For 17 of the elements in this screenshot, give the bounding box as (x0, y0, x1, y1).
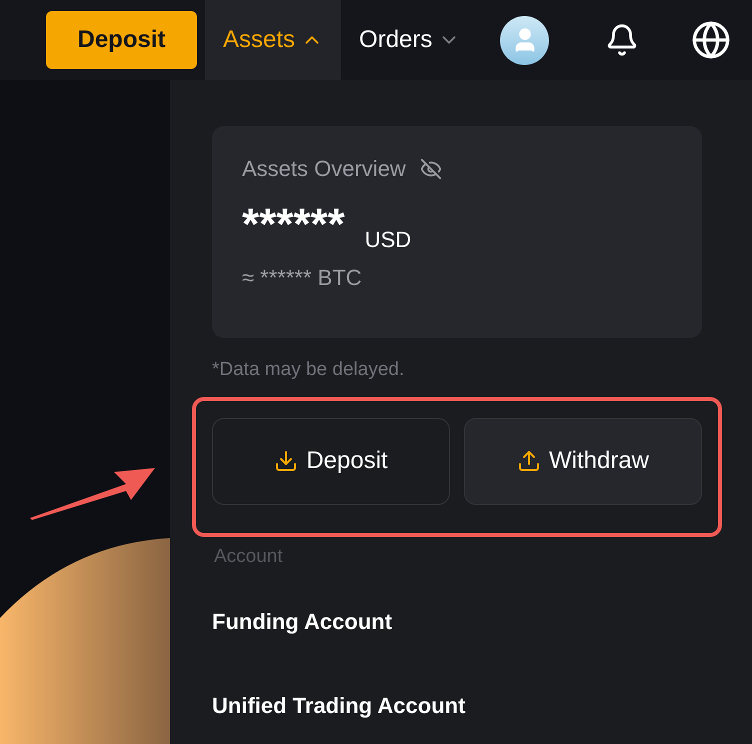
action-button[interactable]: Withdraw (464, 418, 702, 504)
action-button[interactable]: Deposit (212, 418, 450, 504)
currency-label: USD (364, 229, 412, 251)
language-globe-icon[interactable] (691, 20, 732, 60)
btc-equivalent: ≈ ****** BTC (242, 264, 363, 292)
nav-menu[interactable]: Assets (205, 0, 342, 80)
delay-note: *Data may be delayed. (212, 358, 406, 382)
masked-balance: ****** (242, 203, 345, 247)
download-icon (274, 449, 298, 473)
account-link[interactable]: Funding Account (212, 611, 702, 633)
nav-menu[interactable]: Orders (341, 0, 478, 80)
card-title: Assets Overview (242, 155, 406, 183)
account-link[interactable]: Unified Trading Account (212, 695, 702, 717)
hide-balance-icon[interactable] (420, 158, 442, 180)
deposit-button[interactable]: Deposit (46, 11, 197, 69)
upload-icon (516, 449, 541, 473)
section-label: Account (214, 544, 284, 568)
